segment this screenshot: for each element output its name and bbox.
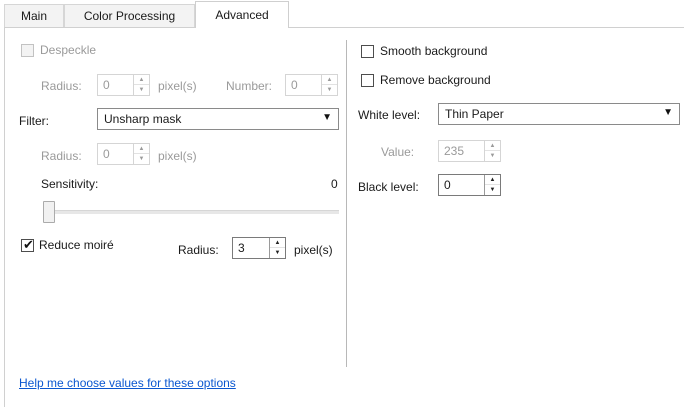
filter-radius-label: Radius: <box>41 149 82 163</box>
reduce-moire-label: Reduce moiré <box>39 238 114 252</box>
despeckle-number-label: Number: <box>226 79 273 93</box>
filter-radius-spinner[interactable]: 0 ▲ ▼ <box>97 143 150 165</box>
spin-up-icon[interactable]: ▲ <box>270 238 285 248</box>
smooth-background-label: Smooth background <box>380 44 488 58</box>
moire-radius-spinner[interactable]: 3 ▲ ▼ <box>232 237 286 259</box>
tab-color-processing[interactable]: Color Processing <box>64 4 195 27</box>
spin-up-icon[interactable]: ▲ <box>134 75 149 85</box>
chevron-down-icon: ▼ <box>663 107 673 118</box>
tab-main[interactable]: Main <box>4 4 64 27</box>
black-level-label: Black level: <box>358 180 419 194</box>
white-level-label: White level: <box>358 108 421 122</box>
filter-select[interactable]: Unsharp mask ▼ <box>97 108 339 130</box>
white-value-value: 235 <box>444 144 465 158</box>
filter-select-value: Unsharp mask <box>104 112 182 126</box>
spin-down-icon[interactable]: ▼ <box>270 248 285 258</box>
filter-radius-spin-buttons: ▲ ▼ <box>133 144 149 164</box>
spin-down-icon[interactable]: ▼ <box>322 85 337 95</box>
tab-main-label: Main <box>20 9 47 23</box>
white-level-select[interactable]: Thin Paper ▼ <box>438 103 680 125</box>
smooth-background-checkbox[interactable] <box>361 45 374 58</box>
chevron-down-icon: ▼ <box>322 112 332 123</box>
despeckle-label: Despeckle <box>40 43 97 57</box>
despeckle-radius-spin-buttons: ▲ ▼ <box>133 75 149 95</box>
despeckle-number-value: 0 <box>291 78 298 92</box>
remove-background-checkbox[interactable] <box>361 74 374 87</box>
black-level-spinner[interactable]: 0 ▲ ▼ <box>438 174 501 196</box>
filter-label: Filter: <box>19 114 49 128</box>
white-value-spinner[interactable]: 235 ▲ ▼ <box>438 140 501 162</box>
checkmark-icon: ✔ <box>23 237 34 252</box>
column-divider <box>346 40 347 367</box>
despeckle-checkbox[interactable] <box>21 44 34 57</box>
tab-bar: Main Color Processing Advanced <box>0 0 684 28</box>
sensitivity-slider-thumb[interactable] <box>43 201 55 223</box>
despeckle-radius-spinner[interactable]: 0 ▲ ▼ <box>97 74 150 96</box>
sensitivity-slider-track[interactable] <box>49 210 339 214</box>
white-value-spin-buttons: ▲ ▼ <box>484 141 500 161</box>
spin-up-icon[interactable]: ▲ <box>134 144 149 154</box>
spin-down-icon[interactable]: ▼ <box>134 85 149 95</box>
moire-radius-spin-buttons: ▲ ▼ <box>269 238 285 258</box>
black-level-spin-buttons: ▲ ▼ <box>484 175 500 195</box>
despeckle-radius-label: Radius: <box>41 79 82 93</box>
spin-down-icon[interactable]: ▼ <box>485 151 500 161</box>
spin-up-icon[interactable]: ▲ <box>485 175 500 185</box>
despeckle-radius-value: 0 <box>103 78 110 92</box>
spin-up-icon[interactable]: ▲ <box>485 141 500 151</box>
despeckle-number-spin-buttons: ▲ ▼ <box>321 75 337 95</box>
sensitivity-label: Sensitivity: <box>41 177 99 191</box>
tab-advanced[interactable]: Advanced <box>195 1 289 28</box>
filter-radius-value: 0 <box>103 147 110 161</box>
white-value-label: Value: <box>381 145 415 159</box>
tab-color-processing-label: Color Processing <box>83 9 176 23</box>
spin-down-icon[interactable]: ▼ <box>485 185 500 195</box>
spin-down-icon[interactable]: ▼ <box>134 154 149 164</box>
tab-advanced-label: Advanced <box>215 8 269 22</box>
moire-radius-label: Radius: <box>178 243 219 257</box>
white-level-select-value: Thin Paper <box>445 107 504 121</box>
remove-background-label: Remove background <box>380 73 491 87</box>
moire-radius-value: 3 <box>238 241 245 255</box>
despeckle-number-spinner[interactable]: 0 ▲ ▼ <box>285 74 338 96</box>
sensitivity-value: 0 <box>331 177 338 191</box>
help-link[interactable]: Help me choose values for these options <box>19 376 236 390</box>
black-level-value: 0 <box>444 178 451 192</box>
filter-radius-unit: pixel(s) <box>158 149 197 163</box>
despeckle-radius-unit: pixel(s) <box>158 79 197 93</box>
spin-up-icon[interactable]: ▲ <box>322 75 337 85</box>
reduce-moire-checkbox[interactable]: ✔ <box>21 237 34 252</box>
moire-radius-unit: pixel(s) <box>294 243 333 257</box>
